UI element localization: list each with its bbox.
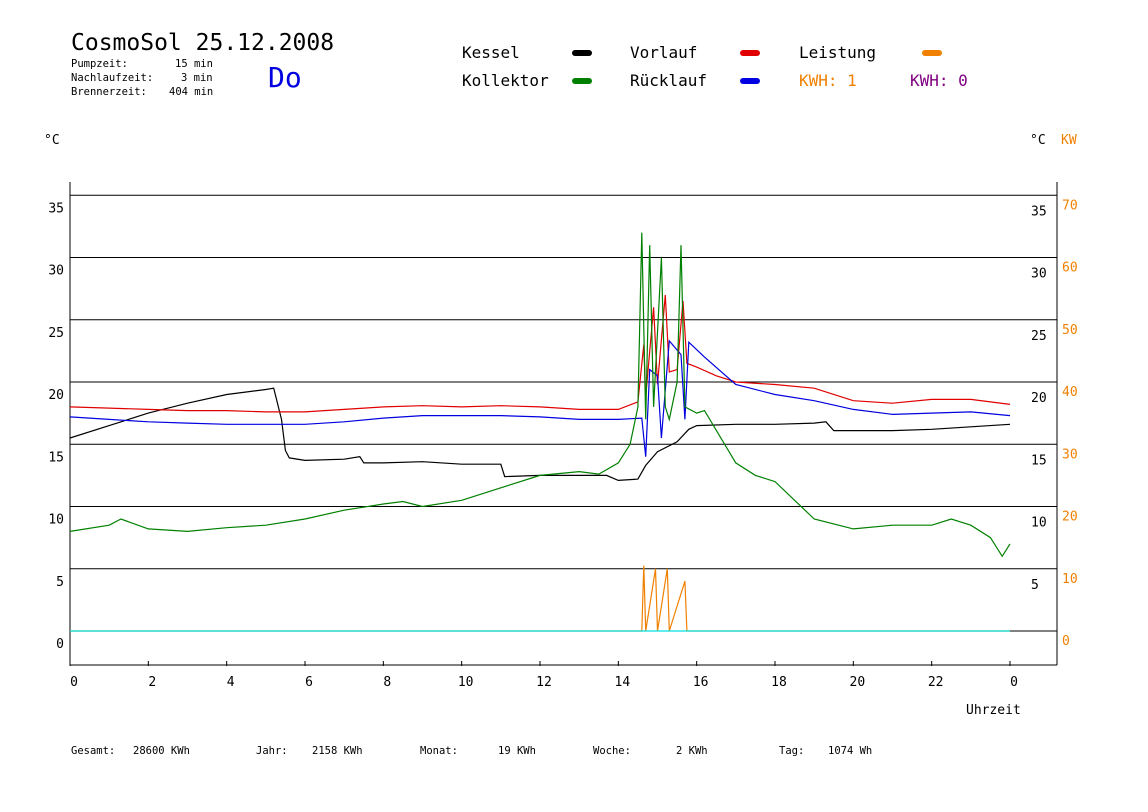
- x-tick-label: 0: [70, 675, 78, 690]
- y-right-celsius-tick-label: 15: [1031, 453, 1047, 468]
- y-right-celsius-tick-label: 25: [1031, 329, 1047, 344]
- y-right-kw-tick-label: 50: [1062, 323, 1078, 338]
- y-right-celsius-tick-label: 20: [1031, 391, 1047, 406]
- footer-woche-value: 2 KWh: [676, 745, 708, 757]
- x-tick-label: 6: [305, 675, 313, 690]
- x-tick-label: 8: [383, 675, 391, 690]
- y-left-tick-label: 25: [48, 326, 64, 341]
- x-tick-label: 18: [771, 675, 787, 690]
- y-right-celsius-tick-label: 5: [1031, 578, 1039, 593]
- x-tick-label: 16: [693, 675, 709, 690]
- footer-monat-value: 19 KWh: [498, 745, 536, 757]
- y-right-kw-tick-label: 10: [1062, 572, 1078, 587]
- series-vorlauf: [69, 294, 1011, 413]
- y-right-kw-tick-label: 40: [1062, 385, 1078, 400]
- footer-tag-label: Tag:: [779, 745, 805, 757]
- y-right-kw-tick-label: 70: [1062, 198, 1078, 213]
- y-left-tick-label: 30: [48, 264, 64, 279]
- y-right-celsius-tick-label: 30: [1031, 267, 1047, 282]
- footer-jahr-value: 2158 KWh: [312, 745, 363, 757]
- chart-canvas: 0510152025303551015202530350102030405060…: [48, 182, 1078, 690]
- y-right-celsius-tick-label: 35: [1031, 204, 1047, 219]
- y-right-kw-tick-label: 30: [1062, 447, 1078, 462]
- footer-monat-label: Monat:: [420, 745, 458, 757]
- y-left-tick-label: 0: [56, 637, 64, 652]
- y-right-kw-tick-label: 0: [1062, 634, 1070, 649]
- y-right-kw-tick-label: 20: [1062, 510, 1078, 525]
- footer-gesamt-label: Gesamt:: [71, 745, 116, 757]
- x-tick-label: 4: [227, 675, 235, 690]
- footer-gesamt-value: 28600 KWh: [133, 745, 190, 757]
- y-right-kw-tick-label: 60: [1062, 261, 1078, 276]
- y-left-tick-label: 5: [56, 575, 64, 590]
- footer-tag-value: 1074 Wh: [828, 745, 873, 757]
- x-tick-label: 10: [458, 675, 474, 690]
- x-tick-label: 14: [615, 675, 631, 690]
- footer-jahr-label: Jahr:: [256, 745, 288, 757]
- series-leistung: [70, 565, 1010, 632]
- x-tick-label: 0: [1010, 675, 1018, 690]
- x-tick-label: 20: [850, 675, 866, 690]
- y-right-celsius-tick-label: 10: [1031, 516, 1047, 531]
- x-tick-label: 22: [928, 675, 944, 690]
- x-tick-label: 2: [148, 675, 156, 690]
- y-left-tick-label: 15: [48, 450, 64, 465]
- footer-woche-label: Woche:: [593, 745, 631, 757]
- y-left-tick-label: 35: [48, 201, 64, 216]
- x-tick-label: 12: [536, 675, 552, 690]
- y-left-tick-label: 10: [48, 513, 64, 528]
- series-kollektor: [69, 232, 1011, 558]
- y-left-tick-label: 20: [48, 388, 64, 403]
- series-ruecklauf: [69, 339, 1011, 457]
